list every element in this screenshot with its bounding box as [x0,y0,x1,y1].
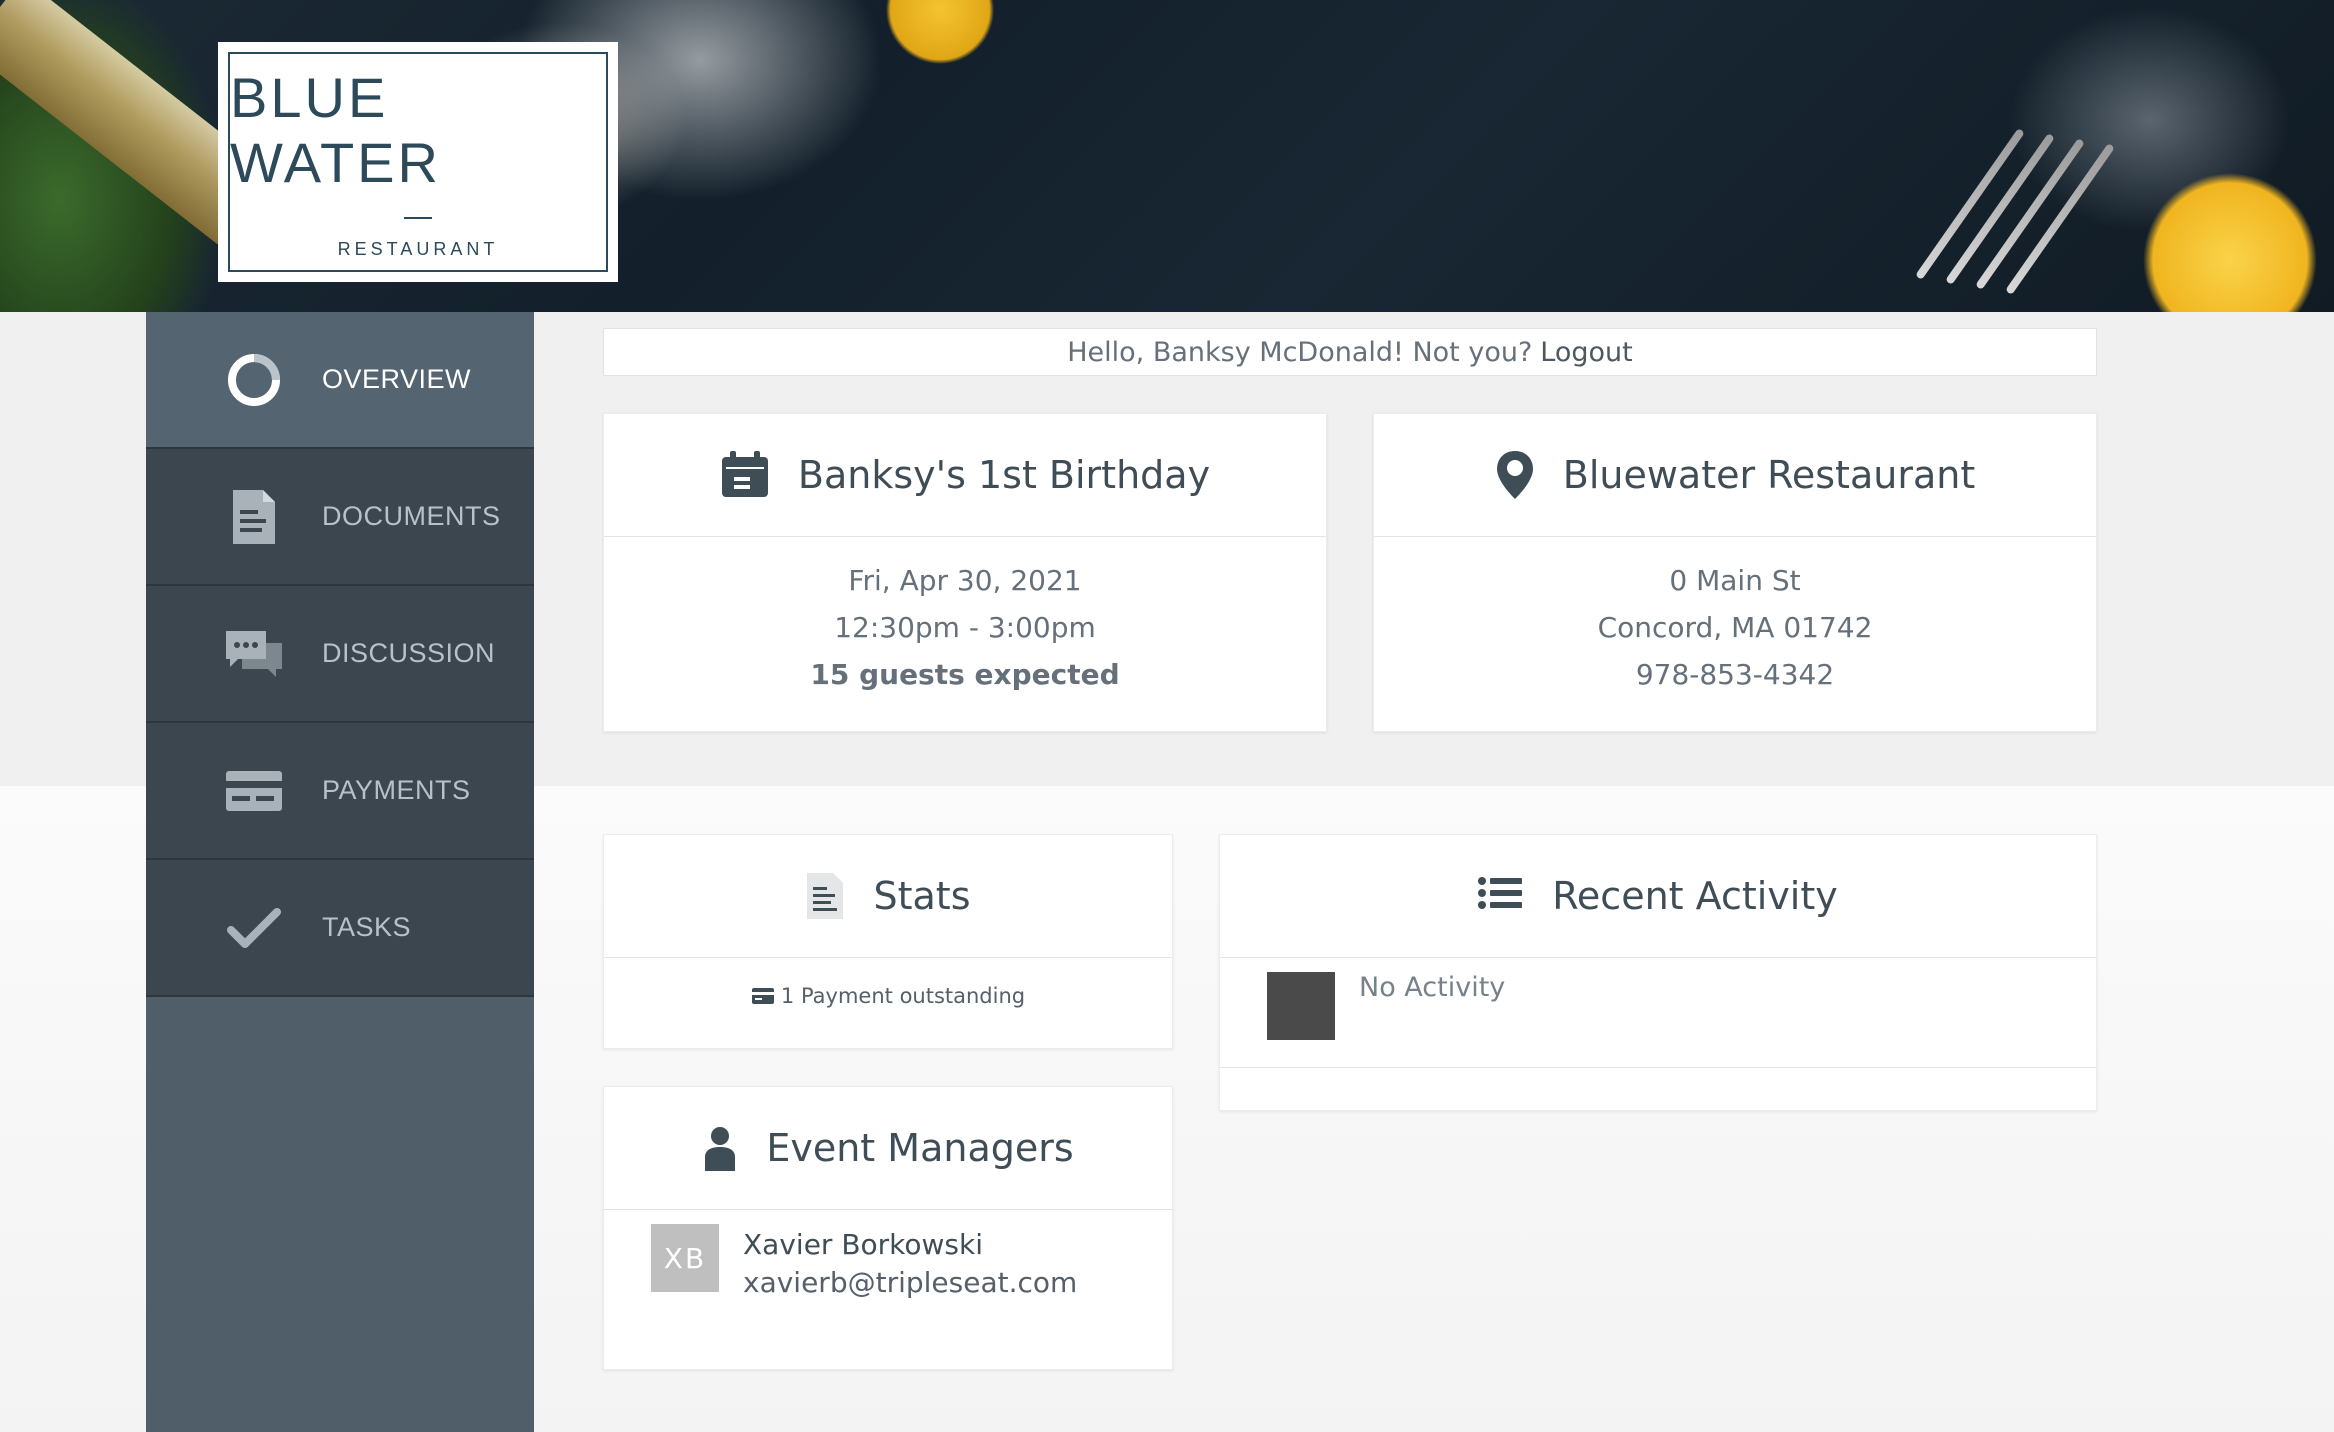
brand-title: BLUE WATER [230,65,441,194]
logout-link[interactable]: Logout [1540,337,1632,368]
list-item: No Activity [1220,958,2096,1068]
credit-card-icon [751,987,775,1005]
payment-count: 1 [780,984,795,1008]
sidebar-nav: OVERVIEW DOCUMENTS DISCUSSION PAYMENTS T… [146,312,534,1432]
event-managers-header: Event Managers [604,1087,1172,1210]
sidebar-item-label: TASKS [322,912,412,942]
event-details: Fri, Apr 30, 2021 12:30pm - 3:00pm 15 gu… [604,537,1326,698]
document-icon [224,487,284,547]
event-card: Banksy's 1st Birthday Fri, Apr 30, 2021 … [603,413,1327,732]
event-date: Fri, Apr 30, 2021 [848,564,1082,597]
list-icon [1478,876,1524,916]
sidebar-item-label: DOCUMENTS [322,501,501,531]
sidebar-item-label: OVERVIEW [322,364,472,394]
venue-city: Concord, MA 01742 [1597,611,1873,644]
payment-status: outstanding [899,984,1026,1008]
event-managers-title: Event Managers [766,1126,1074,1170]
sidebar-item-overview[interactable]: OVERVIEW [146,312,534,449]
event-managers-card: Event Managers XB Xavier Borkowski xavie… [603,1086,1173,1370]
event-guest-count: 15 guests expected [810,658,1120,691]
stats-card: Stats 1 Payment outstanding [603,834,1173,1049]
sidebar-item-discussion[interactable]: DISCUSSION [146,586,534,723]
venue-title: Bluewater Restaurant [1562,453,1976,497]
map-pin-icon [1495,449,1535,501]
activity-thumbnail [1267,972,1335,1040]
brand-subtitle: RESTAURANT [337,238,499,259]
sidebar-item-label: DISCUSSION [322,638,496,668]
brand-divider [404,216,432,219]
credit-card-icon [224,761,284,821]
avatar: XB [651,1224,719,1292]
checkmark-icon [224,898,284,958]
recent-activity-title: Recent Activity [1552,874,1838,918]
manager-info: Xavier Borkowski xavierb@tripleseat.com [743,1226,1077,1302]
stats-card-header: Stats [604,835,1172,958]
document-icon [805,871,845,921]
venue-details: 0 Main St Concord, MA 01742 978-853-4342 [1374,537,2096,698]
overview-ring-icon [224,350,284,410]
sidebar-item-label: PAYMENTS [322,775,471,805]
recent-activity-header: Recent Activity [1220,835,2096,958]
brand-logo[interactable]: BLUE WATER RESTAURANT [218,42,618,282]
event-title: Banksy's 1st Birthday [797,453,1211,497]
manager-email-link[interactable]: xavierb@tripleseat.com [743,1264,1077,1302]
location-card: Bluewater Restaurant 0 Main St Concord, … [1373,413,2097,732]
location-card-header: Bluewater Restaurant [1374,414,2096,537]
greeting-bar: Hello, Banksy McDonald! Not you? Logout [603,328,2097,376]
venue-street: 0 Main St [1669,564,1801,597]
sidebar-item-tasks[interactable]: TASKS [146,860,534,997]
event-card-header: Banksy's 1st Birthday [604,414,1326,537]
manager-name: Xavier Borkowski [743,1228,984,1261]
sidebar-item-documents[interactable]: DOCUMENTS [146,449,534,586]
list-item: XB Xavier Borkowski xavierb@tripleseat.c… [604,1210,1172,1302]
recent-activity-card: Recent Activity No Activity [1219,834,2097,1111]
chat-bubbles-icon [224,624,284,684]
payment-outstanding-stat[interactable]: 1 Payment outstanding [604,958,1172,1034]
brand-logo-frame: BLUE WATER RESTAURANT [228,52,608,272]
calendar-icon [720,451,770,499]
person-icon [702,1125,738,1171]
payment-label: Payment [800,984,893,1008]
venue-phone[interactable]: 978-853-4342 [1374,651,2096,698]
stats-title: Stats [873,874,971,918]
header-banner: BLUE WATER RESTAURANT [0,0,2334,312]
event-time: 12:30pm - 3:00pm [834,611,1096,644]
greeting-text: Hello, Banksy McDonald! Not you? [1067,336,1533,368]
activity-empty-text: No Activity [1359,972,1506,1003]
sidebar-item-payments[interactable]: PAYMENTS [146,723,534,860]
